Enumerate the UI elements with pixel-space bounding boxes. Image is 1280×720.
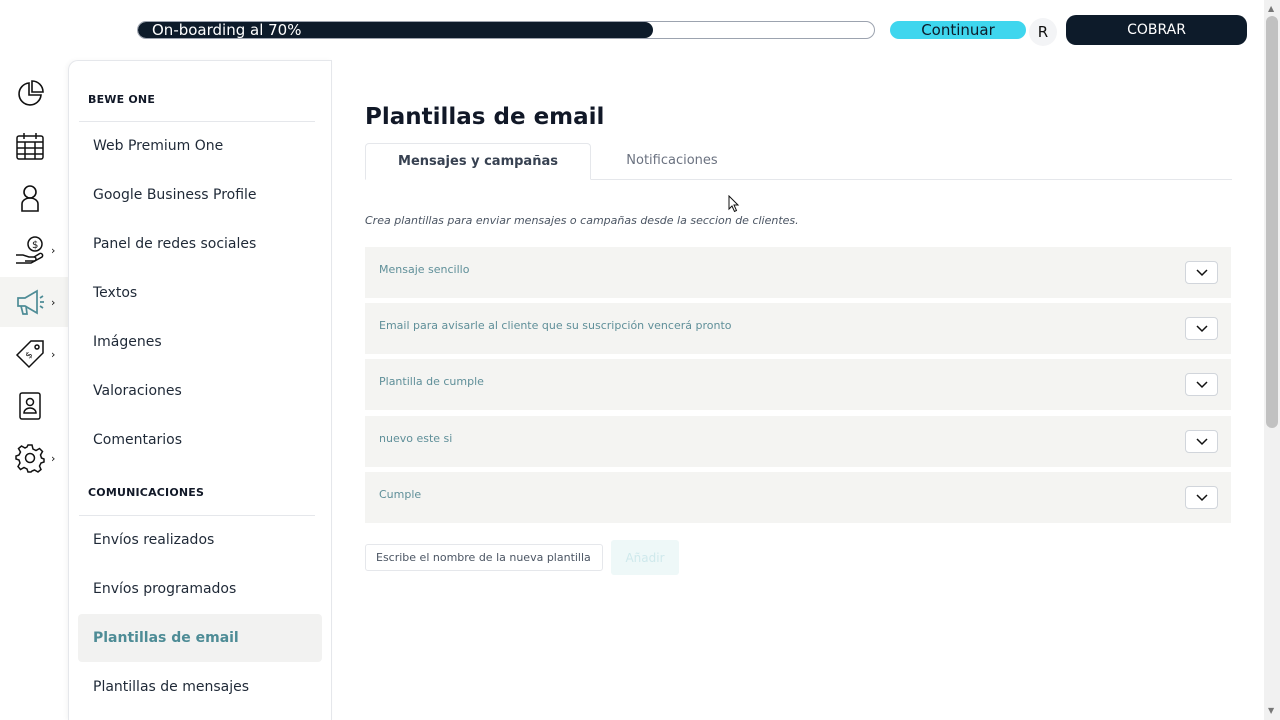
- sidebar-section-title: BEWE ONE: [88, 93, 156, 106]
- tab-messages-campaigns[interactable]: Mensajes y campañas: [365, 143, 591, 180]
- page-scrollbar[interactable]: ▲ ▼: [1264, 0, 1280, 720]
- chevron-right-icon: ›: [51, 347, 56, 361]
- expand-button[interactable]: [1185, 486, 1218, 509]
- gear-icon: [15, 444, 45, 473]
- money-hand-icon: $: [16, 236, 44, 264]
- sidebar-item-images[interactable]: Imágenes: [78, 318, 322, 366]
- top-bar: On-boarding al 70% Continuar R COBRAR: [0, 0, 1264, 60]
- pie-chart-icon: [18, 80, 44, 106]
- template-name: Cumple: [379, 488, 422, 501]
- template-row[interactable]: nuevo este si: [365, 416, 1231, 467]
- mouse-cursor-icon: [728, 195, 740, 213]
- template-name: Plantilla de cumple: [379, 375, 484, 388]
- chevron-down-icon: [1195, 268, 1208, 276]
- rail-item-settings[interactable]: ›: [0, 433, 68, 483]
- new-template-name-input[interactable]: [365, 544, 603, 571]
- icon-rail: $ › › $ › ›: [0, 60, 68, 720]
- rail-item-clients[interactable]: [0, 173, 68, 223]
- expand-button[interactable]: [1185, 261, 1218, 284]
- sidebar-item-social-panel[interactable]: Panel de redes sociales: [78, 220, 322, 268]
- sidebar-item-comments[interactable]: Comentarios: [78, 416, 322, 464]
- rail-item-staff[interactable]: [0, 381, 68, 431]
- rail-item-calendar[interactable]: [0, 121, 68, 171]
- scroll-up-arrow-icon[interactable]: ▲: [1268, 4, 1274, 13]
- chevron-right-icon: ›: [51, 243, 56, 257]
- rail-item-products[interactable]: $ ›: [0, 329, 68, 379]
- cobrar-button[interactable]: COBRAR: [1066, 15, 1247, 45]
- sidebar-item-web-premium-one[interactable]: Web Premium One: [78, 122, 322, 170]
- avatar[interactable]: R: [1029, 18, 1057, 46]
- chevron-down-icon: [1195, 380, 1208, 388]
- expand-button[interactable]: [1185, 430, 1218, 453]
- calendar-icon: [16, 133, 44, 160]
- chevron-down-icon: [1195, 324, 1208, 332]
- contact-card-icon: [19, 392, 41, 420]
- rail-item-dashboard[interactable]: [0, 69, 68, 119]
- sidebar-item-google-business-profile[interactable]: Google Business Profile: [78, 171, 322, 219]
- tag-icon: $: [15, 340, 44, 369]
- sidebar-item-sent[interactable]: Envíos realizados: [78, 516, 322, 564]
- template-name: Mensaje sencillo: [379, 263, 470, 276]
- onboarding-progress-bar[interactable]: On-boarding al 70%: [137, 21, 875, 39]
- template-row[interactable]: Cumple: [365, 472, 1231, 523]
- add-template-button[interactable]: Añadir: [611, 540, 679, 575]
- megaphone-icon: [17, 289, 44, 315]
- scroll-down-arrow-icon[interactable]: ▼: [1268, 706, 1274, 715]
- template-row[interactable]: Mensaje sencillo: [365, 247, 1231, 298]
- chevron-down-icon: [1195, 437, 1208, 445]
- sidebar-item-message-templates[interactable]: Plantillas de mensajes: [78, 663, 322, 711]
- sidebar-section-title: COMUNICACIONES: [88, 486, 205, 499]
- expand-button[interactable]: [1185, 317, 1218, 340]
- template-name: nuevo este si: [379, 432, 453, 445]
- sidebar-item-scheduled[interactable]: Envíos programados: [78, 565, 322, 613]
- sidebar-item-email-templates[interactable]: Plantillas de email: [78, 614, 322, 662]
- template-name: Email para avisarle al cliente que su su…: [379, 319, 732, 332]
- user-icon: [21, 185, 39, 212]
- onboarding-progress-label: On-boarding al 70%: [152, 21, 302, 39]
- tab-notifications[interactable]: Notificaciones: [591, 143, 753, 180]
- template-row[interactable]: Email para avisarle al cliente que su su…: [365, 303, 1231, 354]
- page-title: Plantillas de email: [365, 104, 605, 130]
- main-content: Plantillas de email Mensajes y campañas …: [333, 60, 1264, 720]
- section-sidebar: BEWE ONE Web Premium One Google Business…: [68, 60, 332, 720]
- section-description: Crea plantillas para enviar mensajes o c…: [365, 214, 799, 227]
- sidebar-item-texts[interactable]: Textos: [78, 269, 322, 317]
- svg-text:$: $: [24, 350, 35, 361]
- template-row[interactable]: Plantilla de cumple: [365, 359, 1231, 410]
- scrollbar-thumb[interactable]: [1266, 16, 1278, 428]
- chevron-right-icon: ›: [51, 295, 56, 309]
- continue-button[interactable]: Continuar: [890, 21, 1026, 39]
- sidebar-item-ratings[interactable]: Valoraciones: [78, 367, 322, 415]
- rail-item-sales[interactable]: $ ›: [0, 225, 68, 275]
- chevron-down-icon: [1195, 493, 1208, 501]
- expand-button[interactable]: [1185, 373, 1218, 396]
- svg-text:$: $: [32, 240, 38, 251]
- rail-item-marketing[interactable]: ›: [0, 277, 68, 327]
- chevron-right-icon: ›: [51, 451, 56, 465]
